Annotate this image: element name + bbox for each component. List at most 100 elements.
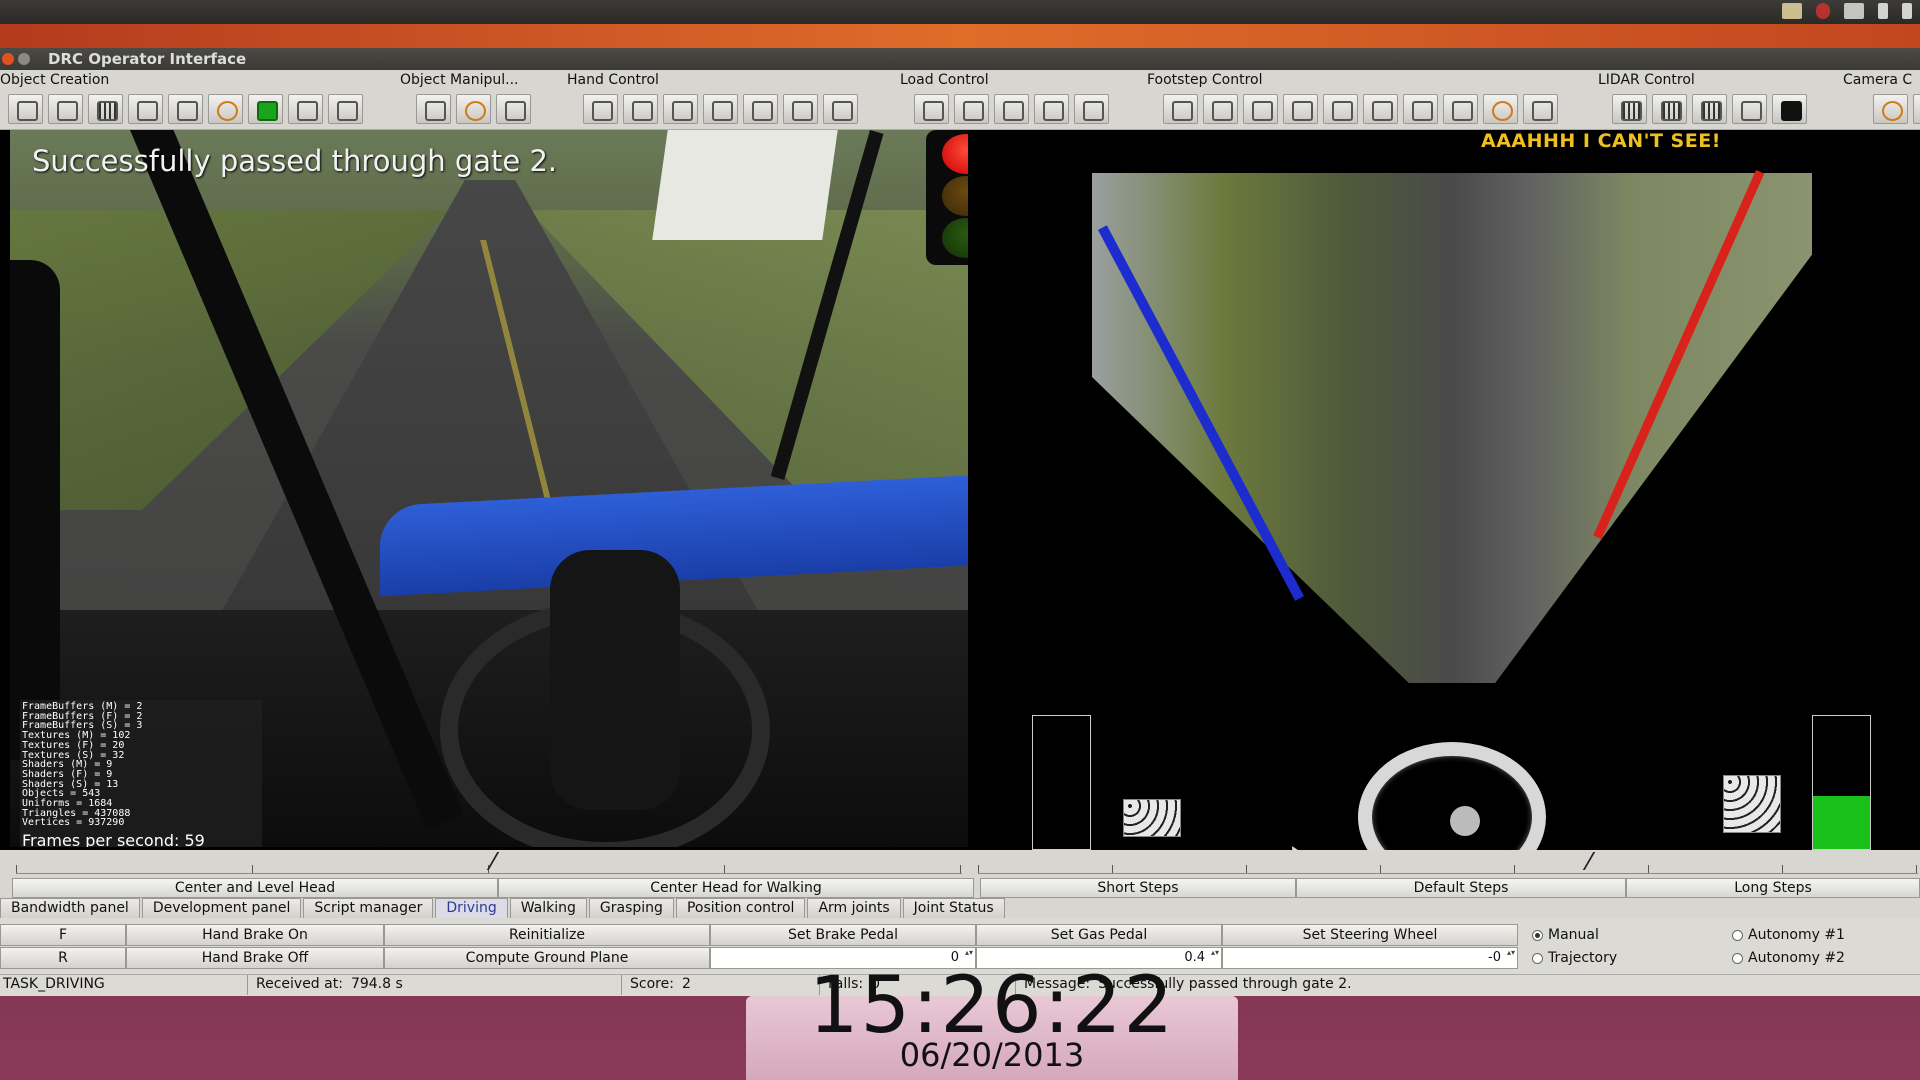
reinitialize-button[interactable]: Reinitialize (384, 924, 710, 946)
update-icon[interactable] (168, 94, 203, 124)
cross-tool-icon[interactable] (328, 94, 363, 124)
robot-body (10, 260, 60, 760)
stand-icon[interactable] (1523, 94, 1558, 124)
lidar-black-icon[interactable] (1772, 94, 1807, 124)
dots-icon[interactable] (1323, 94, 1358, 124)
center-level-head-button[interactable]: Center and Level Head (12, 878, 498, 898)
autonomy2-radio[interactable]: Autonomy #2 (1724, 947, 1920, 969)
hand-blank-icon[interactable] (663, 94, 698, 124)
forward-button[interactable]: F (0, 924, 126, 946)
tab-walking[interactable]: Walking (509, 898, 587, 918)
tool-icon[interactable] (288, 94, 323, 124)
folder-icon[interactable] (1782, 3, 1802, 19)
close-hand-icon[interactable] (623, 94, 658, 124)
foot-icon[interactable] (1163, 94, 1198, 124)
hand-control-group: Hand Control (567, 70, 858, 130)
lidar-enable-icon[interactable] (1612, 94, 1647, 124)
place-hand-icon[interactable] (583, 94, 618, 124)
tab-position-control[interactable]: Position control (675, 898, 806, 918)
minimize-window-icon[interactable] (18, 53, 30, 65)
center-head-walking-button[interactable]: Center Head for Walking (498, 878, 974, 898)
green-block-icon[interactable] (248, 94, 283, 124)
close2-hand-icon[interactable] (783, 94, 818, 124)
bluetooth-icon[interactable] (1878, 3, 1888, 19)
head-slider[interactable] (16, 852, 962, 874)
object-creation-group: Object Creation (0, 70, 363, 130)
foot4-icon[interactable] (1283, 94, 1318, 124)
foot5-icon[interactable] (1363, 94, 1398, 124)
place2-hand-icon[interactable] (823, 94, 858, 124)
tab-bandwidth[interactable]: Bandwidth panel (0, 898, 140, 918)
vehicle-icon[interactable] (128, 94, 163, 124)
step-slider-thumb[interactable] (1582, 852, 1596, 870)
window-border-strip (0, 24, 1920, 48)
ring-icon[interactable] (208, 94, 243, 124)
load-icon[interactable] (914, 94, 949, 124)
footstep-control-group: Footstep Control (1147, 70, 1558, 130)
driver-camera-view[interactable]: Successfully passed through gate 2. Fram… (10, 130, 968, 847)
tab-grasping[interactable]: Grasping (588, 898, 674, 918)
system-top-panel (0, 0, 1920, 24)
network-icon[interactable] (1902, 3, 1912, 19)
lidar-disable-icon[interactable] (1652, 94, 1687, 124)
tab-script-manager[interactable]: Script manager (303, 898, 434, 918)
record-icon[interactable] (1816, 3, 1830, 19)
autonomy1-radio[interactable]: Autonomy #1 (1724, 924, 1920, 946)
reverse-button[interactable]: R (0, 947, 126, 969)
long-steps-button[interactable]: Long Steps (1626, 878, 1920, 898)
received-label: Received at: (256, 976, 343, 992)
manual-radio[interactable]: Manual (1518, 924, 1724, 946)
lidar-enable2-icon[interactable] (1692, 94, 1727, 124)
lidar-clear-icon[interactable] (1732, 94, 1767, 124)
loop-icon[interactable] (1483, 94, 1518, 124)
stat-line: Vertices = 937290 (22, 817, 125, 829)
brake-gauge (1032, 715, 1091, 850)
eye-icon[interactable] (1873, 94, 1908, 124)
set-brake-pedal-button[interactable]: Set Brake Pedal (710, 924, 976, 946)
move-icon[interactable] (416, 94, 451, 124)
set-steering-wheel-button[interactable]: Set Steering Wheel (1222, 924, 1518, 946)
short-steps-button[interactable]: Short Steps (980, 878, 1296, 898)
task-status: TASK_DRIVING (0, 975, 248, 995)
grid-icon[interactable] (88, 94, 123, 124)
clock-overlay: 15:26:22 06/20/2013 (746, 967, 1238, 1080)
trajectory-label: Trajectory (1548, 950, 1618, 966)
close-window-icon[interactable] (2, 53, 14, 65)
default-steps-button[interactable]: Default Steps (1296, 878, 1626, 898)
tab-development[interactable]: Development panel (141, 898, 302, 918)
gas-pedal-icon (1723, 775, 1781, 833)
select-icon[interactable] (8, 94, 43, 124)
set-gas-pedal-button[interactable]: Set Gas Pedal (976, 924, 1222, 946)
step-slider[interactable] (978, 852, 1918, 874)
cube-icon[interactable] (48, 94, 83, 124)
trajectory-radio[interactable]: Trajectory (1518, 947, 1724, 969)
rotate-icon[interactable] (456, 94, 491, 124)
mail-icon[interactable] (1844, 3, 1864, 19)
hand-brake-on-button[interactable]: Hand Brake On (126, 924, 384, 946)
foot2-icon[interactable] (1203, 94, 1238, 124)
lidar-control-group: LIDAR Control (1598, 70, 1807, 130)
compute-ground-plane-button[interactable]: Compute Ground Plane (384, 947, 710, 969)
steering-hub (1450, 806, 1480, 836)
tab-arm-joints[interactable]: Arm joints (807, 898, 901, 918)
camera-icon[interactable] (1913, 94, 1920, 124)
foot3-icon[interactable] (1243, 94, 1278, 124)
home-hand-icon[interactable] (703, 94, 738, 124)
tab-joint-status[interactable]: Joint Status (902, 898, 1005, 918)
cancel-foot-icon[interactable] (1403, 94, 1438, 124)
load2-icon[interactable] (954, 94, 989, 124)
head-slider-thumb[interactable] (486, 852, 500, 870)
driving-overlay-view[interactable]: AAAHHH I CAN'T SEE! (968, 130, 1920, 892)
bum-load-icon[interactable] (994, 94, 1029, 124)
radio-icon (1732, 952, 1743, 964)
hand-blank2-icon[interactable] (743, 94, 778, 124)
steering-value-spinner[interactable]: -0 (1222, 947, 1518, 969)
load3-icon[interactable] (1034, 94, 1069, 124)
snap-icon[interactable] (1443, 94, 1478, 124)
building (652, 130, 838, 240)
clock-time: 15:26:22 (808, 961, 1176, 1051)
align-icon[interactable] (496, 94, 531, 124)
load4-icon[interactable] (1074, 94, 1109, 124)
tab-driving[interactable]: Driving (435, 898, 508, 918)
hand-brake-off-button[interactable]: Hand Brake Off (126, 947, 384, 969)
